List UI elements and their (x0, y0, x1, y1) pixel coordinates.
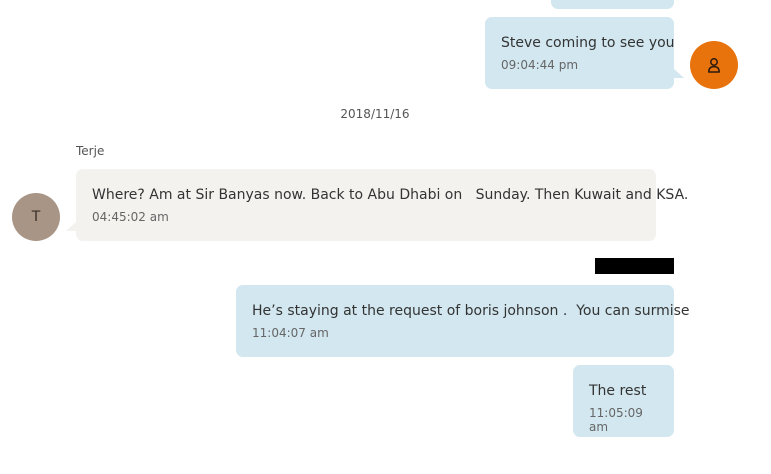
message-timestamp: 11:04:07 am (252, 326, 329, 340)
message-bubble-previous[interactable] (551, 0, 674, 9)
bubble-tail (66, 222, 76, 231)
sender-name: Terje (76, 144, 105, 158)
message-text: Steve coming to see you (501, 35, 675, 51)
message-text: Where? Am at Sir Banyas now. Back to Abu… (92, 187, 689, 203)
bubble-tail (674, 69, 684, 78)
message-bubble-outgoing[interactable]: He’s staying at the request of boris joh… (236, 285, 690, 357)
person-icon (708, 58, 720, 73)
date-separator: 2018/11/16 (340, 107, 410, 121)
avatar-initial: T (31, 209, 41, 225)
message-bubble-outgoing[interactable]: Steve coming to see you 09:04:44 pm (485, 17, 675, 89)
message-bubble-outgoing[interactable]: The rest 11:05:09 am (573, 365, 674, 437)
message-text: He’s staying at the request of boris joh… (252, 303, 690, 319)
my-avatar[interactable] (690, 41, 738, 89)
redacted-label (595, 258, 674, 274)
message-timestamp: 04:45:02 am (92, 210, 169, 224)
message-text: The rest (589, 383, 647, 399)
message-timestamp: 11:05:09 am (589, 406, 643, 434)
contact-avatar[interactable]: T (12, 193, 60, 241)
chat-thread: Steve coming to see you 09:04:44 pm 2018… (0, 0, 771, 474)
message-bubble-incoming[interactable]: Where? Am at Sir Banyas now. Back to Abu… (76, 169, 689, 241)
message-timestamp: 09:04:44 pm (501, 58, 579, 72)
